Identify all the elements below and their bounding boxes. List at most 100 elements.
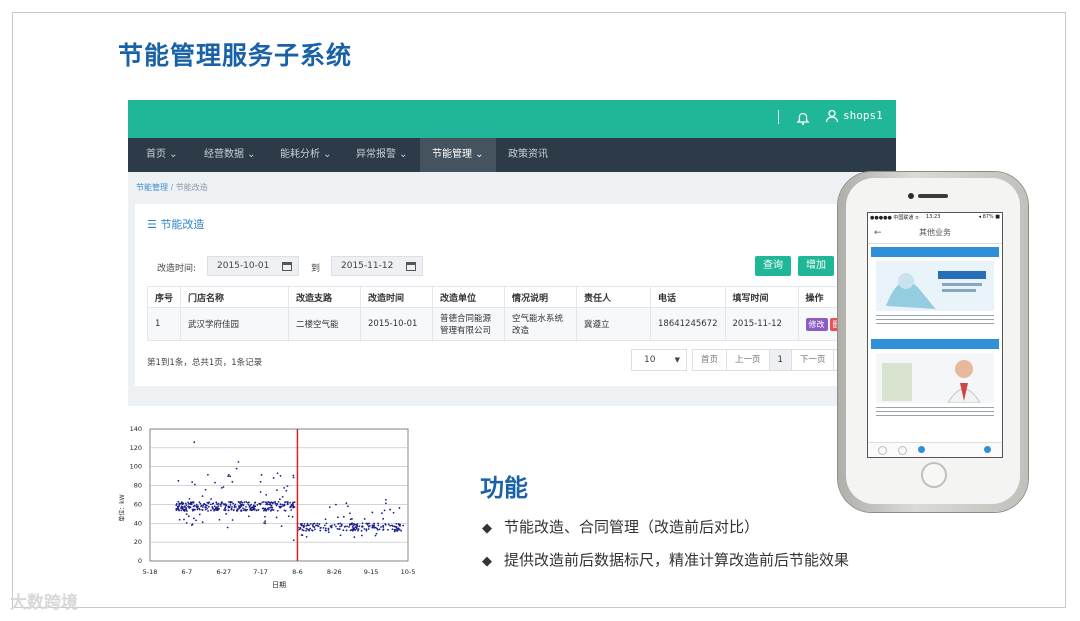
col-header: 填写时间 <box>724 286 799 308</box>
data-point <box>303 523 306 525</box>
data-point <box>393 525 396 528</box>
data-point <box>305 535 308 538</box>
data-point <box>201 495 204 498</box>
phone-section-bar[interactable] <box>871 247 999 257</box>
phone-status-bar: ●●●●● 中国联通 ≎ 13:23 ◂ 87% ■ <box>868 213 1002 223</box>
y-tick-label: 0 <box>138 557 142 565</box>
col-header: 序号 <box>146 286 182 308</box>
pager-next[interactable]: 下一页 <box>790 349 835 371</box>
data-point <box>240 505 243 508</box>
end-date-input[interactable]: 2015-11-12 <box>331 256 423 276</box>
data-point <box>361 525 364 528</box>
pager-prev[interactable]: 上一页 <box>726 349 770 371</box>
col-header: 电话 <box>650 286 726 308</box>
bell-icon[interactable] <box>918 446 925 453</box>
data-point <box>177 500 180 503</box>
data-point <box>381 512 383 515</box>
data-point <box>195 505 198 508</box>
nav-energy-management[interactable]: 节能管理 ⌄ <box>420 138 496 172</box>
web-app-screenshot: shops1 首页 ⌄ 经营数据 ⌄ 能耗分析 ⌄ 异常报警 ⌄ 节能管理 ⌄ … <box>128 100 896 406</box>
user-icon[interactable] <box>825 109 839 123</box>
data-point <box>185 506 187 509</box>
settings-icon[interactable] <box>898 446 907 455</box>
data-point <box>328 506 331 508</box>
data-point <box>389 524 392 527</box>
banner-image[interactable] <box>876 261 994 311</box>
back-arrow-icon[interactable]: ← <box>874 223 882 243</box>
breadcrumb-link[interactable]: 节能管理 <box>136 183 168 192</box>
data-point <box>192 501 195 504</box>
data-point <box>219 503 222 506</box>
calendar-icon[interactable] <box>282 261 292 271</box>
nav-policy-news[interactable]: 政策资讯 <box>498 138 558 172</box>
data-point <box>267 508 270 511</box>
query-button[interactable]: 查询 <box>755 256 791 276</box>
data-point <box>227 475 230 478</box>
data-point <box>289 501 291 504</box>
nav-operating-data[interactable]: 经营数据 ⌄ <box>194 138 266 172</box>
nav-home[interactable]: 首页 ⌄ <box>136 138 188 172</box>
start-date-input[interactable]: 2015-10-01 <box>207 256 299 276</box>
data-point <box>397 523 400 526</box>
data-point <box>272 501 275 504</box>
time-label: 改造时间: <box>157 264 197 274</box>
data-point <box>211 502 214 505</box>
data-point <box>314 524 317 527</box>
username[interactable]: shops1 <box>843 109 883 122</box>
data-point <box>342 515 345 518</box>
data-point <box>188 505 191 508</box>
data-point <box>260 473 263 476</box>
table-row[interactable]: 1 武汉学府佳园 二楼空气能 2015-10-01 普德合同能源管理有限公司 空… <box>146 307 864 341</box>
phone-mockup: ●●●●● 中国联通 ≎ 13:23 ◂ 87% ■ ← 其他业务 <box>838 172 1028 512</box>
data-point <box>384 502 387 505</box>
data-point <box>309 527 312 530</box>
star-icon[interactable] <box>878 446 887 455</box>
data-point <box>382 528 385 531</box>
data-point <box>185 521 188 524</box>
data-point <box>345 502 348 505</box>
data-point <box>204 488 207 491</box>
data-point <box>177 479 180 482</box>
profile-icon[interactable] <box>984 446 991 453</box>
data-point <box>305 524 308 527</box>
data-point <box>265 493 268 496</box>
data-point <box>214 508 217 511</box>
data-point <box>360 534 363 537</box>
add-button[interactable]: 增加 <box>798 256 834 276</box>
retrofit-panel: ☰ 节能改造 改造时间: 2015-10-01 到 2015-11-12 查询 … <box>135 204 889 386</box>
data-point <box>355 527 358 530</box>
data-point <box>371 526 374 529</box>
data-point <box>245 505 247 508</box>
data-point <box>257 509 260 511</box>
page-size-select[interactable]: 10 ▼ <box>631 349 687 371</box>
data-point <box>239 502 241 504</box>
home-button[interactable] <box>921 462 947 488</box>
data-point <box>178 518 181 521</box>
banner-image[interactable] <box>876 353 994 403</box>
panel-title: ☰ 节能改造 <box>147 218 205 231</box>
data-point <box>229 504 232 506</box>
pager-first[interactable]: 首页 <box>692 349 728 371</box>
nav-alarms[interactable]: 异常报警 ⌄ <box>346 138 418 172</box>
pager-page[interactable]: 1 <box>768 349 792 371</box>
data-point <box>274 500 276 503</box>
nav-energy-analysis[interactable]: 能耗分析 ⌄ <box>270 138 342 172</box>
breadcrumb-current: 节能改造 <box>175 183 208 192</box>
retrofit-table: 序号 门店名称 改造支路 改造时间 改造单位 情况说明 责任人 电话 填写时间 … <box>146 286 864 341</box>
calendar-icon[interactable] <box>406 261 416 271</box>
edit-button[interactable]: 修改 <box>805 317 828 331</box>
phone-section-bar[interactable] <box>871 339 999 349</box>
data-point <box>227 509 230 512</box>
data-point <box>279 505 282 508</box>
data-point <box>338 528 340 531</box>
bell-icon[interactable] <box>796 112 810 126</box>
data-point <box>382 524 384 527</box>
data-point <box>275 516 278 519</box>
y-tick-label: 60 <box>134 500 142 508</box>
phone-title: 其他业务 <box>919 228 951 237</box>
breadcrumb-separator: / <box>170 183 174 192</box>
phone-screen: ●●●●● 中国联通 ≎ 13:23 ◂ 87% ■ ← 其他业务 <box>867 212 1003 458</box>
data-point <box>231 480 234 483</box>
data-point <box>356 524 359 527</box>
x-tick-label: 7-17 <box>253 568 268 576</box>
